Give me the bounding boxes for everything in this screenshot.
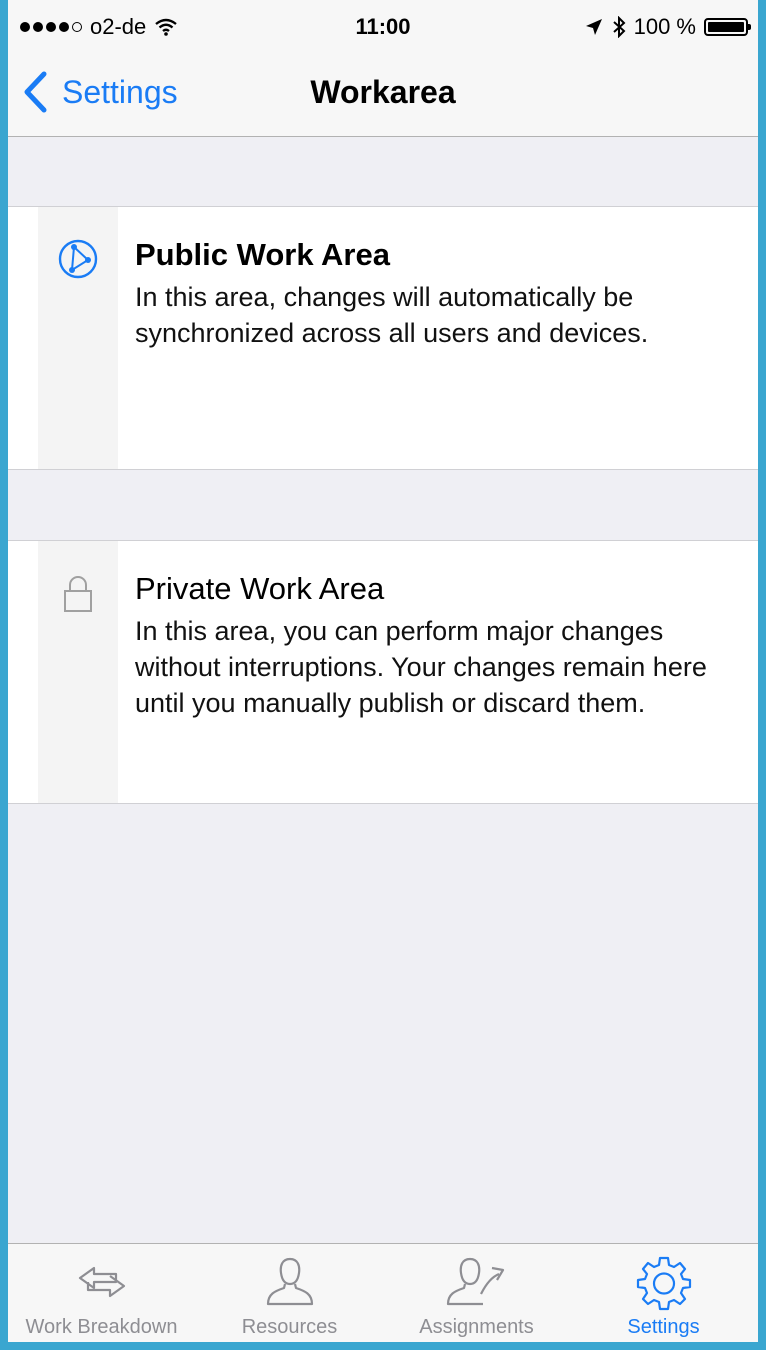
public-work-area-option[interactable]: Public Work Area In this area, changes w…: [8, 206, 758, 470]
option-title: Public Work Area: [135, 237, 390, 272]
option-description: In this area, you can perform major chan…: [135, 616, 707, 718]
status-bar: o2-de 11:00 100 %: [8, 0, 758, 56]
network-globe-icon: [58, 239, 98, 279]
tab-resources[interactable]: Resources: [196, 1244, 383, 1342]
tab-label: Work Breakdown: [25, 1316, 178, 1338]
tab-label: Assignments: [419, 1316, 534, 1338]
tab-bar: Work Breakdown Resources Assignments Set…: [8, 1243, 758, 1342]
tab-label: Settings: [627, 1316, 700, 1338]
private-work-area-option[interactable]: Private Work Area In this area, you can …: [8, 540, 758, 804]
tab-label: Resources: [241, 1316, 338, 1338]
app-screen: o2-de 11:00 100 % Settings Workarea Publ…: [8, 0, 758, 1342]
page-title: Workarea: [310, 74, 456, 110]
bluetooth-icon: [612, 16, 626, 38]
navigation-bar: Settings Workarea: [8, 56, 758, 137]
tab-assignments[interactable]: Assignments: [383, 1244, 570, 1342]
battery-icon: [704, 18, 751, 36]
option-description: In this area, changes will automatically…: [135, 282, 649, 348]
person-arrow-icon: [446, 1257, 504, 1306]
person-icon: [266, 1257, 313, 1306]
lock-icon: [64, 576, 92, 612]
gear-icon: [636, 1256, 691, 1311]
tab-work-breakdown[interactable]: Work Breakdown: [8, 1244, 195, 1342]
arrows-exchange-icon: [78, 1266, 125, 1298]
location-arrow-icon: [585, 19, 602, 35]
option-title: Private Work Area: [135, 571, 385, 606]
status-right: 100 %: [584, 14, 751, 40]
tab-settings[interactable]: Settings: [570, 1244, 757, 1342]
battery-percent: 100 %: [633, 14, 696, 39]
